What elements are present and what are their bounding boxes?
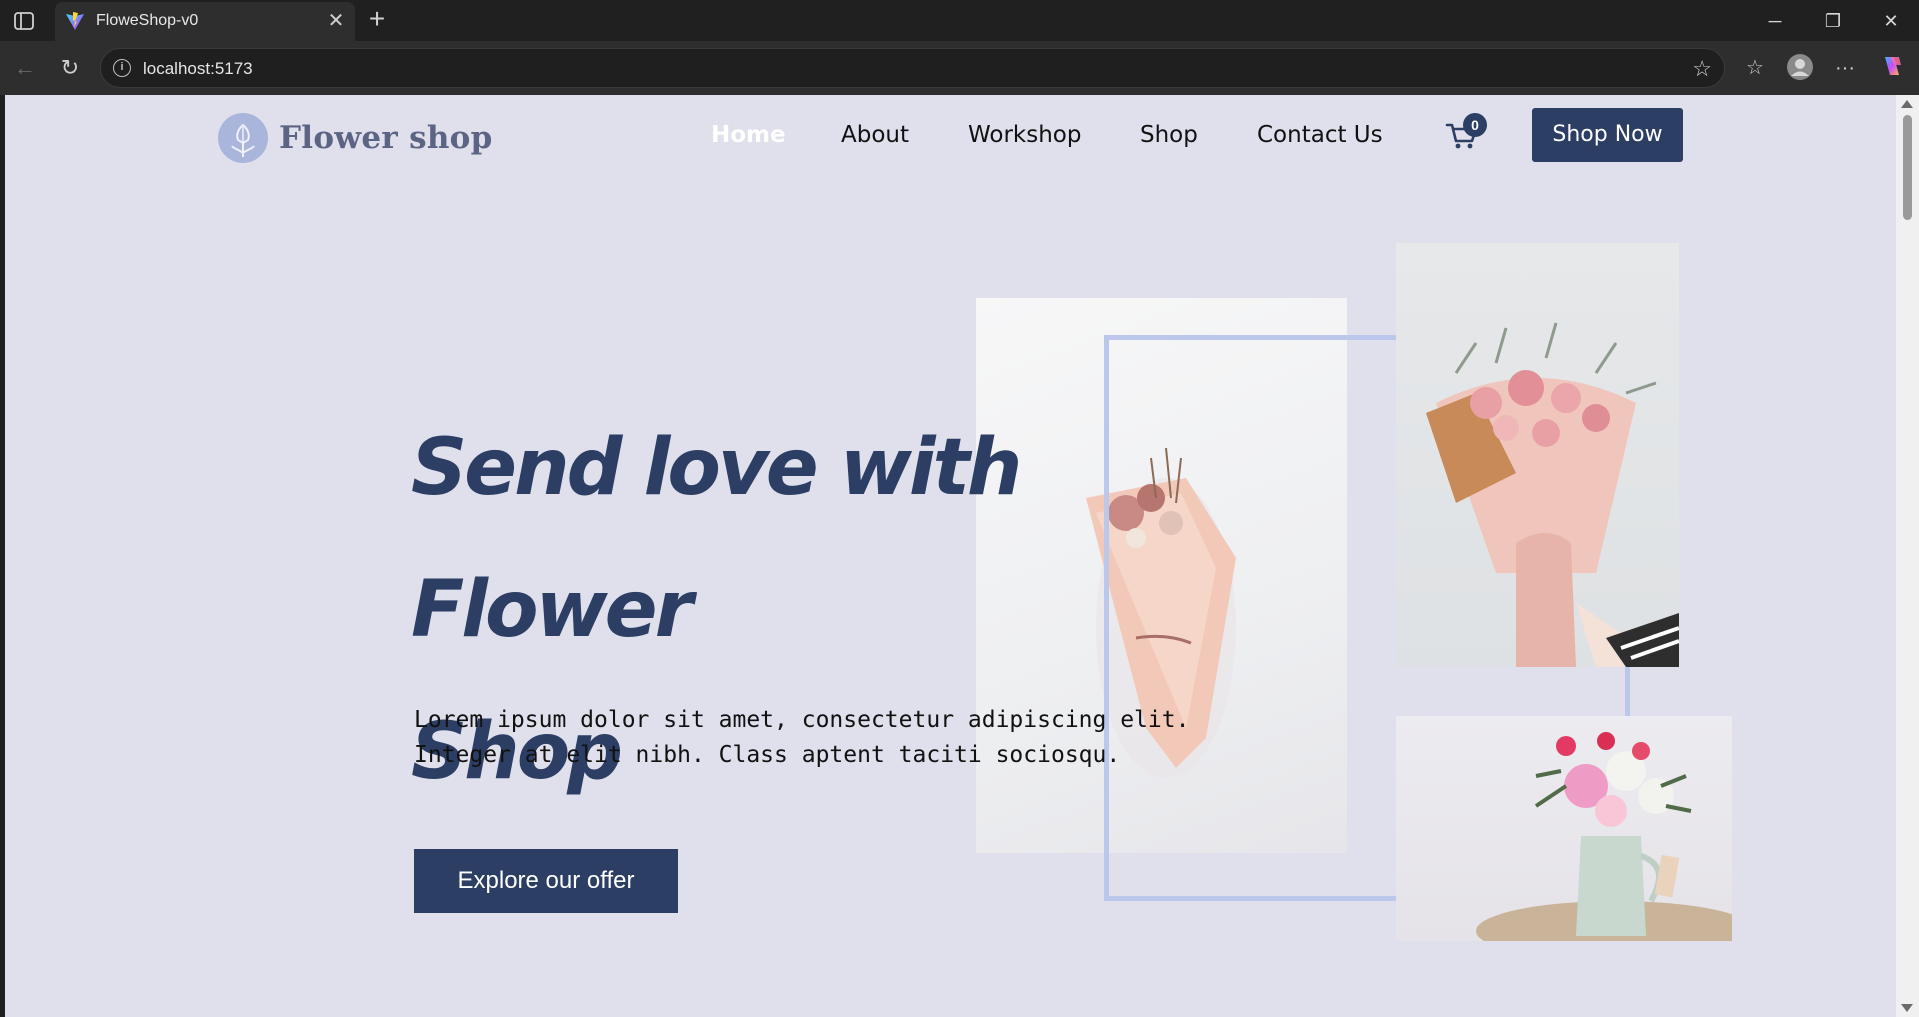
nav-workshop[interactable]: Workshop bbox=[968, 122, 1081, 148]
plus-icon[interactable]: + bbox=[364, 5, 390, 33]
bouquet-photo-hand bbox=[1396, 243, 1679, 667]
refresh-icon[interactable]: ↻ bbox=[55, 53, 85, 83]
browser-toolbar: ← ↻ i localhost:5173 ☆ ☆ ··· bbox=[0, 41, 1919, 95]
shop-now-button[interactable]: Shop Now bbox=[1532, 108, 1683, 162]
sidebar-toggle-icon[interactable] bbox=[10, 9, 38, 33]
hero-title-line-1: Send love with Flower bbox=[411, 423, 1022, 655]
nav-shop[interactable]: Shop bbox=[1140, 122, 1198, 148]
copilot-icon[interactable] bbox=[1877, 53, 1907, 83]
hero-description: Lorem ipsum dolor sit amet, consectetur … bbox=[414, 707, 1190, 768]
browser-tab[interactable]: FloweShop-v0 ✕ bbox=[55, 2, 355, 41]
logo[interactable]: Flower shop bbox=[218, 110, 493, 165]
close-window-icon[interactable]: ✕ bbox=[1876, 8, 1906, 34]
cart-button[interactable]: 0 bbox=[1443, 113, 1487, 153]
minimize-icon[interactable]: ─ bbox=[1760, 8, 1790, 34]
flower-vase-photo bbox=[1396, 716, 1732, 941]
nav-contact-us[interactable]: Contact Us bbox=[1257, 122, 1383, 148]
tulip-logo-icon bbox=[218, 112, 268, 163]
close-icon[interactable]: ✕ bbox=[325, 10, 347, 32]
logo-text: Flower shop bbox=[279, 119, 493, 156]
more-icon[interactable]: ··· bbox=[1830, 53, 1860, 83]
back-icon[interactable]: ← bbox=[10, 53, 40, 83]
star-icon[interactable]: ☆ bbox=[1692, 56, 1712, 82]
page-viewport: Flower shop Home About Workshop Shop Con… bbox=[5, 95, 1896, 1017]
explore-offer-button[interactable]: Explore our offer bbox=[414, 849, 678, 913]
address-bar[interactable]: i localhost:5173 ☆ bbox=[100, 48, 1725, 88]
info-icon[interactable]: i bbox=[113, 59, 131, 77]
url-text[interactable]: localhost:5173 bbox=[143, 59, 253, 79]
browser-tab-bar: FloweShop-v0 ✕ + ─ ❐ ✕ bbox=[0, 0, 1919, 41]
restore-icon[interactable]: ❐ bbox=[1818, 8, 1848, 34]
favorites-icon[interactable]: ☆ bbox=[1740, 53, 1770, 83]
profile-icon[interactable] bbox=[1785, 53, 1815, 83]
scroll-down-arrow[interactable] bbox=[1901, 1004, 1913, 1012]
vite-favicon-icon bbox=[65, 11, 85, 31]
page-scrollbar[interactable] bbox=[1896, 95, 1919, 1017]
nav-about[interactable]: About bbox=[841, 122, 909, 148]
scroll-thumb[interactable] bbox=[1903, 115, 1912, 220]
nav-home[interactable]: Home bbox=[711, 122, 786, 148]
scroll-up-arrow[interactable] bbox=[1901, 100, 1913, 108]
cart-count-badge: 0 bbox=[1463, 113, 1487, 137]
tab-title: FloweShop-v0 bbox=[96, 12, 199, 29]
